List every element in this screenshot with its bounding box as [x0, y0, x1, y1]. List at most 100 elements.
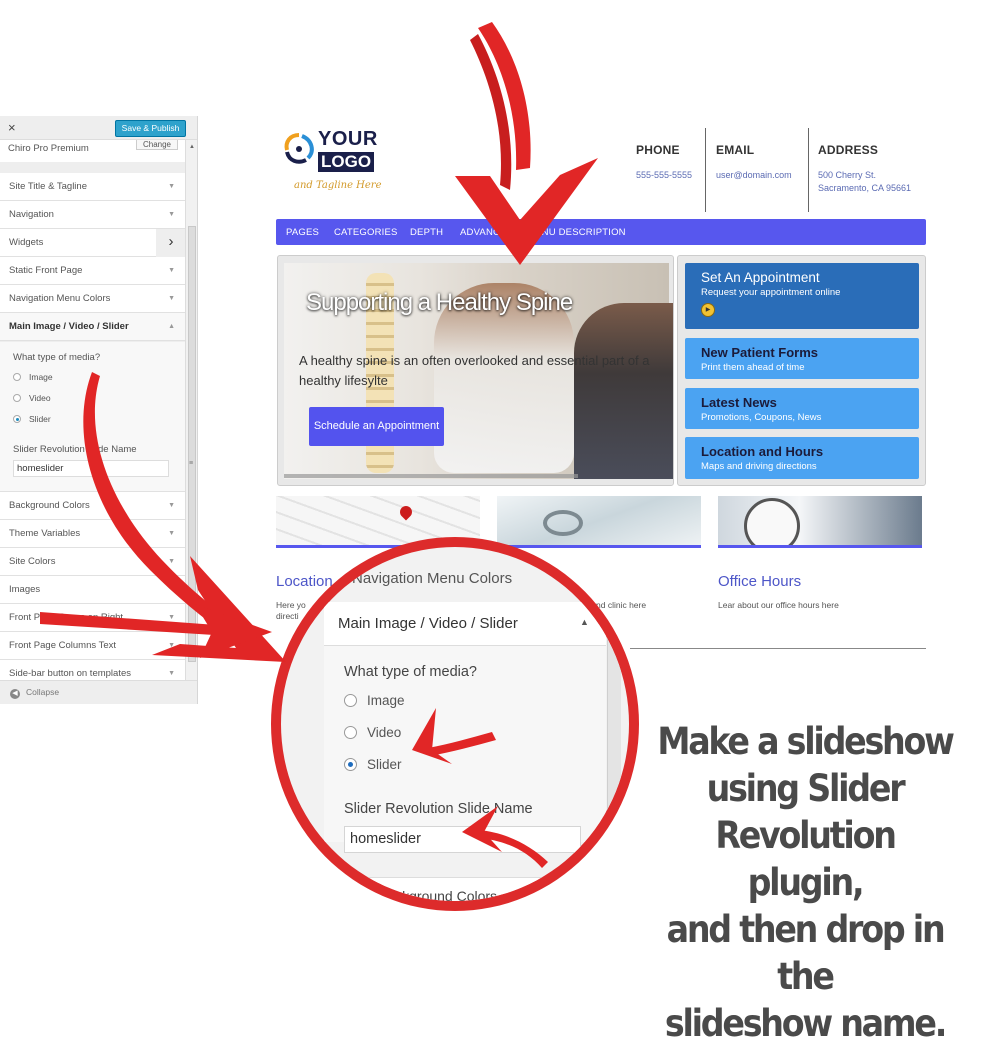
section-widgets[interactable]: Widgets ›	[0, 229, 186, 257]
logo-tagline: and Tagline Here	[294, 180, 382, 191]
radio-slider[interactable]: Slider	[13, 414, 51, 424]
caption-line: Make a slideshow	[657, 720, 955, 763]
caption-line: using Slider	[706, 767, 906, 810]
scrollbar-thumb[interactable]	[188, 226, 196, 662]
radio-button[interactable]	[344, 726, 357, 739]
address-heading: ADDRESS	[818, 143, 879, 157]
email-value[interactable]: user@domain.com	[716, 169, 792, 182]
chevron-up-icon: ▲	[580, 617, 589, 627]
box-location-hours[interactable]: Location and Hours Maps and driving dire…	[685, 437, 919, 479]
box-title: New Patient Forms	[701, 345, 819, 360]
zoom-radio-image[interactable]: Image	[344, 693, 405, 708]
phone-heading: PHONE	[636, 143, 680, 157]
scroll-up-icon[interactable]: ▲	[189, 144, 195, 150]
section-main-image[interactable]: Main Image / Video / Slider ▲	[0, 313, 186, 341]
radio-label: Image	[29, 372, 53, 382]
zoom-section-header[interactable]: Main Image / Video / Slider ▲	[324, 602, 606, 646]
header-phone: PHONE 555-555-5555	[636, 143, 692, 182]
section-background-colors[interactable]: Background Colors ▼	[0, 492, 186, 520]
chevron-down-icon: ▼	[168, 295, 175, 302]
site-logo[interactable]: YOUR LOGO and Tagline Here	[282, 128, 397, 198]
radio-button[interactable]	[344, 694, 357, 707]
section-front-page-columns[interactable]: Front Page Columns Text ▼	[0, 632, 186, 660]
radio-button[interactable]	[13, 394, 21, 402]
box-title: Location and Hours	[701, 444, 824, 459]
stethoscope-icon	[543, 510, 583, 536]
main-nav: PAGES CATEGORIES DEPTH ADVANCED MENU DES…	[276, 219, 926, 245]
chevron-down-icon: ▼	[168, 558, 175, 565]
radio-label: Image	[367, 693, 405, 708]
nav-item-advanced[interactable]: ADVANCED	[460, 227, 514, 238]
zoom-prev-section: Navigation Menu Colors	[352, 570, 513, 587]
theme-name-label: Chiro Pro Premium	[8, 143, 89, 154]
box-set-appointment[interactable]: Set An Appointment Request your appointm…	[685, 263, 919, 329]
hero-text: A healthy spine is an often overlooked a…	[299, 353, 650, 388]
change-theme-button[interactable]: Change	[135, 140, 178, 150]
zoom-callout: Navigation Menu Colors Main Image / Vide…	[271, 537, 639, 911]
nav-item-categories[interactable]: CATEGORIES	[334, 227, 398, 238]
radio-image[interactable]: Image	[13, 372, 53, 382]
chevron-right-icon[interactable]: ›	[156, 229, 186, 257]
chevron-down-icon: ▼	[168, 502, 175, 509]
section-site-title[interactable]: Site Title & Tagline ▼	[0, 173, 186, 201]
close-icon[interactable]: ×	[8, 120, 16, 135]
nav-item-depth[interactable]: DEPTH	[410, 227, 443, 238]
radio-video[interactable]: Video	[13, 393, 51, 403]
stethoscope-thumbnail[interactable]	[497, 496, 701, 548]
header-email: EMAIL user@domain.com	[716, 143, 792, 182]
section-site-colors[interactable]: Site Colors ▼	[0, 548, 186, 576]
clock-thumbnail[interactable]	[718, 496, 922, 548]
chevron-down-icon: ▼	[168, 267, 175, 274]
office-hours-text: Lear about our office hours here	[718, 600, 839, 610]
section-label: Images	[9, 584, 41, 595]
front-page-boxes: Set An Appointment Request your appointm…	[677, 255, 926, 486]
hero-title: Supporting a Healthy Spine	[306, 289, 573, 316]
zoom-slide-name-label: Slider Revolution Slide Name	[344, 801, 533, 817]
slide-name-input[interactable]: homeslider	[13, 460, 169, 477]
radio-button[interactable]	[13, 373, 21, 381]
section-static-front-page[interactable]: Static Front Page ▼	[0, 257, 186, 285]
box-new-patient-forms[interactable]: New Patient Forms Print them ahead of ti…	[685, 338, 919, 379]
chevron-down-icon: ▼	[168, 614, 175, 621]
section-images[interactable]: Images	[0, 576, 186, 604]
zoom-radio-slider[interactable]: Slider	[344, 757, 402, 772]
section-theme-variables[interactable]: Theme Variables ▼	[0, 520, 186, 548]
zoom-slide-name-input[interactable]: homeslider	[344, 826, 581, 853]
zoom-radio-video[interactable]: Video	[344, 725, 401, 740]
collapse-icon: ◀	[10, 689, 20, 699]
chevron-down-icon: ▼	[168, 211, 175, 218]
caption-line: and then drop in the	[666, 908, 946, 998]
section-label: Navigation	[9, 209, 54, 220]
customizer-panel: × Save & Publish Chiro Pro Premium Chang…	[0, 116, 198, 704]
media-question: What type of media?	[13, 352, 101, 363]
play-icon[interactable]: ▶	[701, 303, 715, 317]
nav-item-menu-description[interactable]: MENU DESCRIPTION	[527, 227, 626, 238]
zoom-media-question: What type of media?	[344, 664, 477, 680]
collapse-button[interactable]: ◀ Collapse	[0, 680, 197, 704]
box-subtitle: Print them ahead of time	[701, 362, 805, 373]
radio-button-selected[interactable]	[344, 758, 357, 771]
caption-line: slideshow name.	[664, 1002, 947, 1045]
logo-text-your: YOUR	[318, 128, 378, 150]
section-navigation[interactable]: Navigation ▼	[0, 201, 186, 229]
section-nav-menu-colors[interactable]: Navigation Menu Colors ▼	[0, 285, 186, 313]
chevron-down-icon: ▼	[168, 183, 175, 190]
section-label: Background Colors	[9, 500, 90, 511]
office-hours-heading[interactable]: Office Hours	[718, 573, 801, 590]
customizer-scrollbar[interactable]: ▲ ≡ ▼	[185, 140, 197, 700]
header-divider	[808, 128, 809, 212]
zoom-next-section[interactable]: Background Colors	[324, 877, 606, 901]
phone-value[interactable]: 555-555-5555	[636, 169, 692, 182]
save-publish-button[interactable]: Save & Publish	[115, 120, 186, 137]
box-latest-news[interactable]: Latest News Promotions, Coupons, News	[685, 388, 919, 429]
section-label: Front Page Columns Text	[9, 640, 117, 651]
zoom-scrollbar[interactable]	[607, 602, 621, 832]
nav-item-pages[interactable]: PAGES	[286, 227, 319, 238]
radio-button-selected[interactable]	[13, 415, 21, 423]
hero-slider[interactable]: Supporting a Healthy Spine A healthy spi…	[277, 255, 674, 486]
section-front-page-boxes[interactable]: Front Page Boxes on Right ▼	[0, 604, 186, 632]
location-heading[interactable]: Location	[276, 573, 333, 590]
theme-name: Chiro Pro Premium Change	[0, 140, 186, 162]
schedule-appointment-button[interactable]: Schedule an Appointment	[309, 407, 444, 446]
box-subtitle: Request your appointment online	[701, 287, 841, 298]
